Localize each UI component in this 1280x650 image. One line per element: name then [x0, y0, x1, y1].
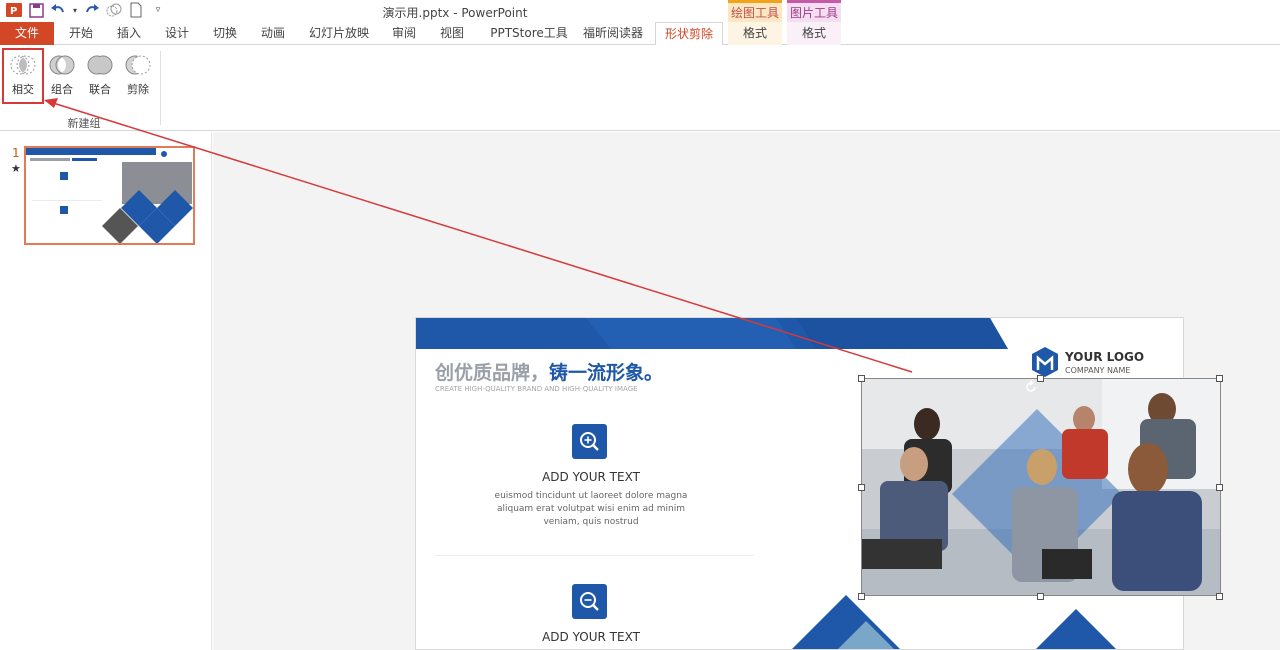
ribbon-group-separator [160, 51, 161, 125]
subtract-icon [125, 55, 151, 75]
block2-title: ADD YOUR TEXT [542, 630, 640, 644]
logo-title: YOUR LOGO [1065, 350, 1145, 364]
tab-pptstore[interactable]: PPTStore工具 [481, 22, 577, 45]
intersect-icon [10, 55, 36, 75]
tab-review[interactable]: 审阅 [385, 22, 423, 45]
subtract-label: 剪除 [127, 83, 149, 96]
tab-animations[interactable]: 动画 [254, 22, 292, 45]
logo-subtitle: COMPANY NAME [1065, 366, 1131, 375]
powerpoint-01-label: POWERPOINT 01 [887, 596, 979, 609]
zoom-in-icon [572, 424, 607, 459]
tab-shape-cut[interactable]: 形状剪除 [655, 22, 723, 46]
resize-handle-bottom[interactable] [1037, 593, 1044, 600]
tab-view[interactable]: 视图 [433, 22, 471, 45]
resize-handle-top-left[interactable] [858, 375, 865, 382]
combine-label: 组合 [51, 83, 73, 96]
block1-title: ADD YOUR TEXT [542, 470, 640, 484]
intersect-button[interactable]: 相交 [2, 48, 44, 104]
tab-design[interactable]: 设计 [158, 22, 196, 45]
resize-handle-bottom-left[interactable] [858, 593, 865, 600]
ribbon-group-label: 新建组 [67, 117, 101, 130]
ribbon: 相交 组合 联合 剪除 新建组 [0, 45, 1280, 131]
selected-office-photo[interactable] [861, 378, 1221, 596]
combine-icon [49, 55, 75, 75]
tab-home[interactable]: 开始 [62, 22, 100, 45]
resize-handle-right[interactable] [1216, 484, 1223, 491]
rotate-handle-icon[interactable] [1024, 380, 1038, 394]
slide-heading: 创优质品牌，铸一流形象。 [435, 358, 663, 385]
union-button[interactable]: 联合 [82, 51, 118, 101]
combine-button[interactable]: 组合 [44, 51, 80, 101]
slide-thumbnail[interactable] [24, 146, 195, 245]
slide-divider [434, 555, 754, 556]
zoom-out-icon [572, 584, 607, 619]
ribbon-tabs: 文件 开始 插入 设计 切换 动画 幻灯片放映 审阅 视图 PPTStore工具… [0, 22, 1280, 46]
resize-handle-top[interactable] [1037, 375, 1044, 382]
block1-body-line2: aliquam erat volutpat wisi enim ad minim [496, 504, 685, 514]
union-label: 联合 [89, 83, 111, 96]
tab-format-drawing[interactable]: 格式 [728, 22, 782, 45]
drawing-tools-header: 绘图工具 [728, 0, 782, 22]
slide-subheading: CREATE HIGH-QUALITY BRAND AND HIGH-QUALI… [435, 385, 638, 393]
powerpoint-02-label: POWERPOINT 02 [1080, 596, 1172, 609]
title-bar: P ▾ ▿ 演示用.pptx - PowerPoint 绘图工具 图片工具 [0, 0, 1280, 22]
tab-file[interactable]: 文件 [0, 22, 54, 45]
intersect-label: 相交 [12, 83, 34, 96]
block1-body-line3: veniam, quis nostrud [543, 517, 639, 527]
resize-handle-top-right[interactable] [1216, 375, 1223, 382]
resize-handle-bottom-right[interactable] [1216, 593, 1223, 600]
union-icon [87, 55, 113, 75]
slide-heading-grey: 创优质品牌， [435, 362, 550, 384]
tab-foxit[interactable]: 福昕阅读器 [581, 22, 645, 45]
slide-number: 1 [12, 146, 20, 160]
tab-slideshow[interactable]: 幻灯片放映 [302, 22, 376, 45]
tab-format-picture[interactable]: 格式 [787, 22, 841, 45]
resize-handle-left[interactable] [858, 484, 865, 491]
company-logo-icon [1032, 347, 1058, 377]
tab-insert[interactable]: 插入 [110, 22, 148, 45]
tab-transitions[interactable]: 切换 [206, 22, 244, 45]
subtract-button[interactable]: 剪除 [120, 51, 156, 101]
block1-body-line1: euismod tincidunt ut laoreet dolore magn… [494, 491, 688, 501]
office-photo-image [862, 379, 1220, 595]
thumbnail-preview [26, 148, 193, 243]
slide-heading-blue: 铸一流形象。 [549, 362, 664, 384]
picture-tools-header: 图片工具 [787, 0, 841, 22]
slide-thumbnail-pane: 1 ★ [0, 132, 212, 650]
animation-star-icon: ★ [11, 162, 21, 175]
